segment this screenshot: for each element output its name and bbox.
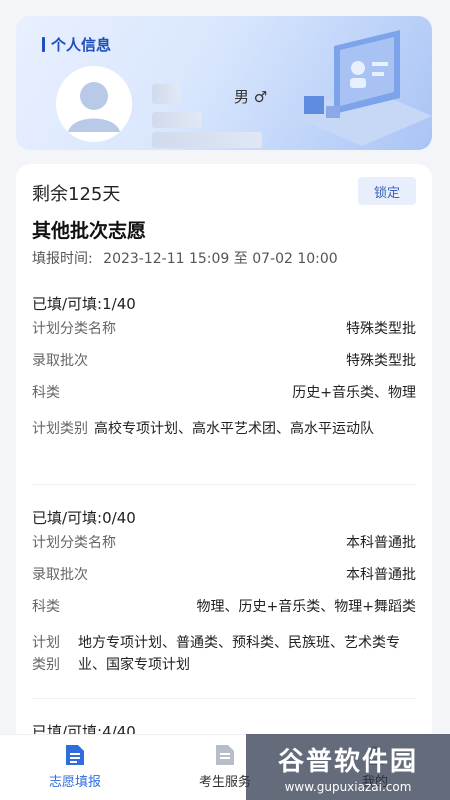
- title-accent-bar: [42, 37, 45, 52]
- blurred-name: [152, 84, 180, 104]
- avatar-placeholder-icon: [56, 66, 132, 142]
- watermark-title: 谷普软件园: [277, 746, 418, 777]
- filled-count: 已填/可填:0/40: [32, 509, 136, 527]
- section-divider: [32, 698, 416, 699]
- row-label: 计划分类名称: [32, 535, 116, 551]
- fill-period: 填报时间: 2023-12-11 15:09 至 07-02 10:00: [32, 248, 344, 268]
- row-label: 计划类别: [32, 635, 60, 673]
- info-row: 计划类别 地方专项计划、普通类、预科类、民族班、艺术类专业、国家专项计划: [32, 632, 416, 676]
- profile-card: 个人信息 男 ♂: [16, 16, 432, 150]
- info-row: 计划分类名称 特殊类型批: [32, 318, 416, 350]
- plan-section[interactable]: 已填/可填:0/40 计划分类名称 本科普通批 录取批次 本科普通批 科类 物理…: [16, 504, 432, 676]
- section-divider: [32, 484, 416, 485]
- gender-text: 男 ♂: [234, 88, 268, 106]
- period-value: 2023-12-11 15:09 至 07-02 10:00: [103, 251, 338, 267]
- row-label: 录取批次: [32, 567, 88, 583]
- row-label: 计划分类名称: [32, 321, 116, 337]
- row-value: 物理、历史+音乐类、物理+舞蹈类: [196, 599, 416, 615]
- row-value: 地方专项计划、普通类、预科类、民族班、艺术类专业、国家专项计划: [78, 635, 400, 673]
- nav-item-apply[interactable]: 志愿填报: [0, 735, 150, 800]
- row-value: 历史+音乐类、物理: [292, 385, 416, 401]
- file-icon: [216, 745, 234, 765]
- row-label: 计划类别: [32, 421, 88, 437]
- row-value: 特殊类型批: [346, 321, 416, 337]
- info-row: 录取批次 本科普通批: [32, 564, 416, 596]
- watermark: 谷普软件园 www.gupuxiazai.com: [246, 734, 450, 800]
- plan-card: 剩余125天 锁定 其他批次志愿 填报时间: 2023-12-11 15:09 …: [16, 164, 432, 744]
- info-row: 计划类别 高校专项计划、高水平艺术团、高水平运动队: [32, 418, 416, 440]
- watermark-url: www.gupuxiazai.com: [284, 779, 412, 794]
- document-icon: [66, 745, 84, 765]
- nav-label: 志愿填报: [48, 775, 101, 790]
- row-value: 高校专项计划、高水平艺术团、高水平运动队: [94, 421, 374, 437]
- blurred-number: [152, 132, 262, 148]
- lock-button[interactable]: 锁定: [358, 177, 416, 205]
- avatar[interactable]: [56, 66, 132, 142]
- blurred-id: [152, 112, 202, 128]
- profile-section-title: 个人信息: [42, 34, 111, 55]
- row-value: 本科普通批: [346, 535, 416, 551]
- row-label: 科类: [32, 599, 60, 615]
- row-value: 特殊类型批: [346, 353, 416, 369]
- info-row: 计划分类名称 本科普通批: [32, 532, 416, 564]
- nav-label: 考生服务: [198, 775, 251, 790]
- info-row: 科类 物理、历史+音乐类、物理+舞蹈类: [32, 596, 416, 628]
- period-label: 填报时间:: [32, 251, 93, 267]
- id-card-illustration-icon: [292, 30, 432, 146]
- row-label: 科类: [32, 385, 60, 401]
- remaining-days: 剩余125天: [32, 184, 121, 205]
- batch-title: 其他批次志愿: [32, 220, 147, 242]
- row-value: 本科普通批: [346, 567, 416, 583]
- filled-count: 已填/可填:1/40: [32, 295, 136, 313]
- info-row: 科类 历史+音乐类、物理: [32, 382, 416, 414]
- row-label: 录取批次: [32, 353, 88, 369]
- profile-title-text: 个人信息: [51, 36, 112, 54]
- plan-section[interactable]: 已填/可填:1/40 计划分类名称 特殊类型批 录取批次 特殊类型批 科类 历史…: [16, 290, 432, 440]
- info-row: 录取批次 特殊类型批: [32, 350, 416, 382]
